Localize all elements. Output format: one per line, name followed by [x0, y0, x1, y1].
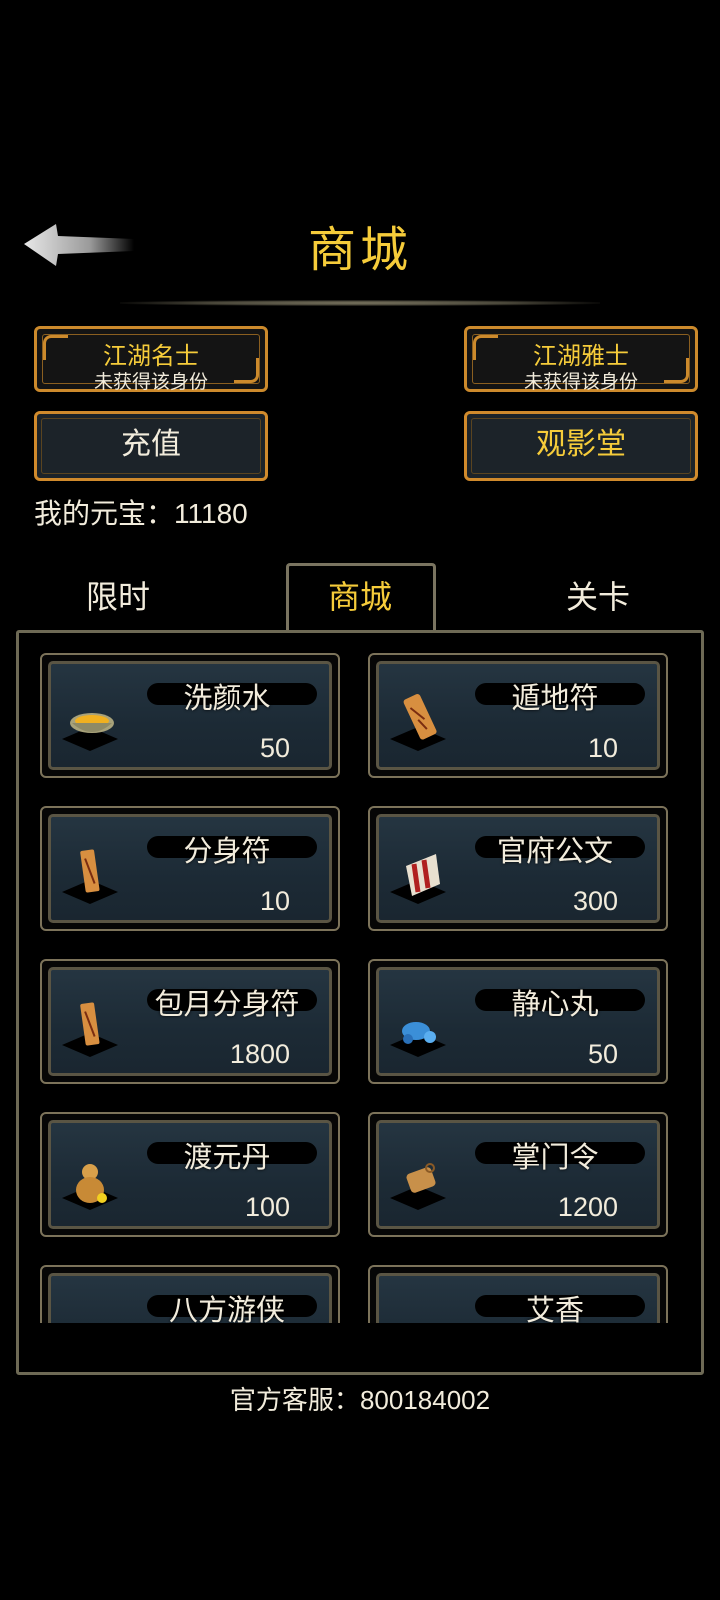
item-list[interactable]: 洗颜水 50 遁地符 10 分身符 10 官府公文 300 包月分身符 1800…	[19, 633, 701, 1323]
scroll-icon	[406, 854, 440, 896]
shop-item[interactable]: 八方游侠	[40, 1265, 340, 1323]
item-name: 静心丸	[511, 987, 599, 1021]
rank-card-mingshi: 江湖名士 未获得该身份	[34, 326, 268, 393]
item-name: 八方游侠	[168, 1293, 285, 1323]
talisman-icon	[403, 694, 437, 740]
title-divider	[120, 300, 600, 306]
customer-service: 官方客服：800184002	[0, 1380, 720, 1417]
item-name: 官府公文	[496, 834, 613, 868]
theater-label: 观影堂	[536, 427, 626, 462]
item-name: 包月分身符	[154, 987, 300, 1021]
pills-icon	[402, 1022, 436, 1044]
rank-status: 未获得该身份	[93, 371, 208, 393]
token-icon	[406, 1163, 436, 1193]
item-name: 洗颜水	[183, 681, 271, 715]
tab-limited[interactable]: 限时	[86, 572, 150, 618]
item-price: 100	[244, 1192, 290, 1222]
item-price: 10	[259, 886, 290, 916]
item-name: 掌门令	[511, 1140, 599, 1174]
item-name: 渡元丹	[183, 1140, 271, 1174]
item-name: 艾香	[525, 1293, 584, 1323]
item-name: 遁地符	[511, 681, 599, 715]
currency-label: 我的元宝：	[34, 497, 175, 530]
tab-shop[interactable]: 商城	[328, 572, 392, 618]
rank-status: 未获得该身份	[523, 371, 638, 393]
mask-icon	[62, 1303, 122, 1323]
service-label: 官方客服：	[229, 1386, 360, 1416]
gourd-icon	[76, 1164, 107, 1203]
shop-item[interactable]: 遁地符 10	[368, 653, 668, 778]
tab-levels[interactable]: 关卡	[566, 572, 630, 618]
shop-item[interactable]: 分身符 10	[40, 806, 340, 931]
item-price: 50	[587, 1039, 618, 1069]
bowl-icon	[70, 713, 114, 733]
item-name: 分身符	[183, 834, 271, 868]
recharge-button[interactable]: 充值	[34, 411, 268, 481]
shop-item[interactable]: 包月分身符 1800	[40, 959, 340, 1084]
shop-item[interactable]: 掌门令 1200	[368, 1112, 668, 1237]
item-price: 1800	[229, 1039, 290, 1069]
talisman-icon	[80, 849, 100, 893]
recharge-label: 充值	[121, 427, 181, 462]
shop-item[interactable]: 官府公文 300	[368, 806, 668, 931]
shop-item[interactable]: 静心丸 50	[368, 959, 668, 1084]
currency-value: 11180	[174, 498, 248, 529]
rank-name: 江湖名士	[103, 342, 199, 370]
page-title: 商城	[307, 222, 412, 278]
item-price: 50	[259, 733, 290, 763]
service-number: 800184002	[359, 1385, 491, 1415]
incense-icon	[390, 1303, 450, 1323]
shop-item[interactable]: 艾香	[368, 1265, 668, 1323]
shop-item[interactable]: 洗颜水 50	[40, 653, 340, 778]
theater-button[interactable]: 观影堂	[464, 411, 698, 481]
shop-item[interactable]: 渡元丹 100	[40, 1112, 340, 1237]
item-price: 1200	[557, 1192, 618, 1222]
rank-card-yashi: 江湖雅士 未获得该身份	[464, 326, 698, 393]
item-price: 300	[572, 886, 618, 916]
rank-name: 江湖雅士	[533, 342, 629, 370]
currency-display: 我的元宝：11180	[34, 492, 248, 532]
item-price: 10	[587, 733, 618, 763]
talisman-icon	[80, 1002, 100, 1046]
